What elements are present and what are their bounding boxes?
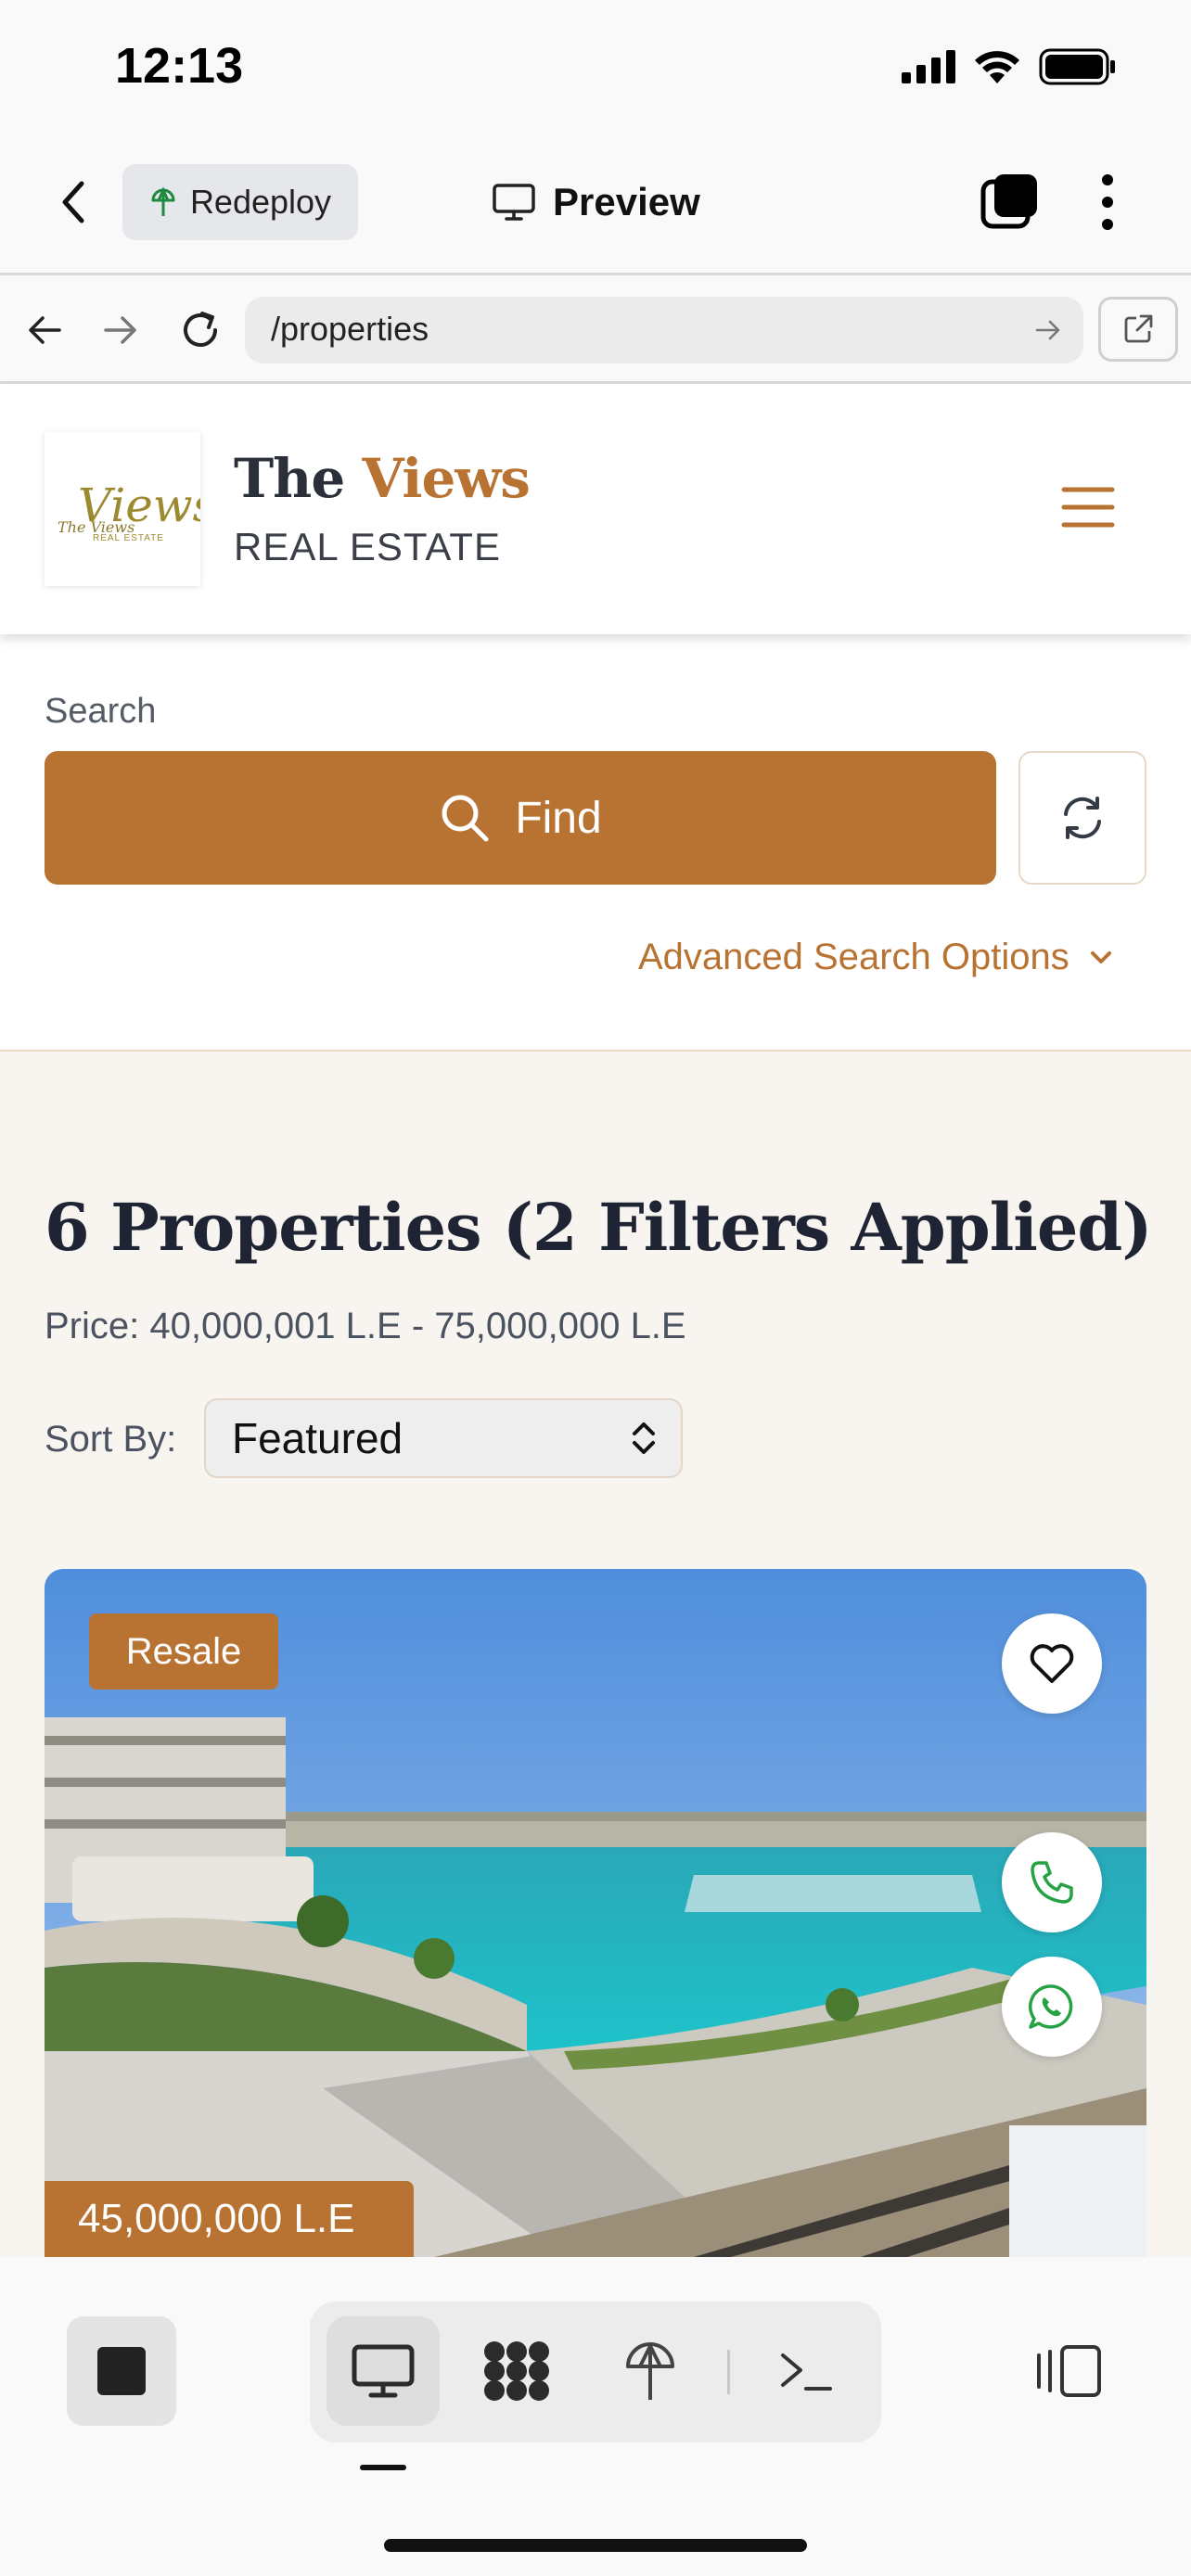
terminal-icon — [778, 2348, 834, 2394]
find-button[interactable]: Find — [45, 751, 996, 885]
results-title: 6 Properties (2 Filters Applied) — [45, 1189, 1152, 1266]
stop-icon — [97, 2347, 146, 2395]
redeploy-label: Redeploy — [189, 183, 332, 221]
preview-title: Preview — [492, 172, 700, 232]
layout-toggle-button[interactable] — [1028, 2329, 1111, 2413]
go-arrow-icon[interactable] — [1033, 315, 1063, 345]
search-label: Search — [45, 692, 157, 731]
whatsapp-icon — [1026, 1981, 1078, 2033]
more-options-icon[interactable] — [1096, 172, 1119, 232]
split-view-icon — [1034, 2342, 1105, 2400]
price-filter-summary: Price: 40,000,001 L.E - 75,000,000 L.E — [45, 1306, 686, 1346]
advanced-search-toggle[interactable]: Advanced Search Options — [638, 937, 1114, 978]
sort-select[interactable]: Featured — [204, 1398, 683, 1478]
site-logo[interactable]: The Views Views REAL ESTATE — [45, 432, 200, 586]
logo-subtext: REAL ESTATE — [93, 533, 164, 543]
deploy-tool-button[interactable] — [608, 2316, 692, 2426]
tool-divider — [727, 2350, 730, 2394]
monitor-icon — [492, 183, 536, 222]
favorite-button[interactable] — [1002, 1613, 1102, 1714]
brand-name: The Views — [234, 447, 531, 510]
svg-text:Views: Views — [78, 478, 200, 532]
whatsapp-button[interactable] — [1002, 1957, 1102, 2057]
preview-tool-button[interactable] — [327, 2316, 440, 2426]
home-indicator — [384, 2539, 807, 2552]
active-tab-indicator — [360, 2465, 406, 2470]
brand-name-first: The — [234, 447, 363, 510]
monitor-icon — [351, 2343, 416, 2399]
grid-blob-icon — [481, 2339, 552, 2404]
brand-name-accent: Views — [362, 447, 530, 510]
sort-label: Sort By: — [45, 1419, 177, 1460]
stop-button[interactable] — [67, 2316, 176, 2426]
deploy-icon — [623, 2339, 677, 2404]
integrations-tool-button[interactable] — [475, 2316, 558, 2426]
signal-icon — [902, 50, 955, 83]
shell-tool-button[interactable] — [764, 2316, 848, 2426]
reset-button[interactable] — [1018, 751, 1146, 885]
browser-back-icon[interactable] — [26, 312, 63, 349]
property-price: 45,000,000 L.E — [45, 2181, 414, 2257]
wifi-icon — [972, 48, 1022, 85]
resale-badge: Resale — [89, 1613, 278, 1690]
tabs-icon[interactable] — [980, 172, 1039, 232]
status-time: 12:13 — [115, 38, 244, 94]
external-link-icon — [1121, 312, 1155, 346]
open-external-button[interactable] — [1098, 297, 1178, 362]
find-label: Find — [515, 793, 602, 843]
heart-icon — [1029, 1642, 1075, 1685]
brand-subtitle: REAL ESTATE — [234, 525, 501, 568]
refresh-icon — [1058, 794, 1107, 842]
browser-forward-icon[interactable] — [102, 312, 139, 349]
redeploy-button[interactable]: Redeploy — [122, 164, 358, 240]
select-arrows-icon — [629, 1420, 659, 1457]
advanced-search-label: Advanced Search Options — [638, 937, 1069, 977]
menu-icon[interactable] — [1061, 486, 1115, 529]
back-icon[interactable] — [56, 176, 93, 228]
reload-icon[interactable] — [178, 308, 223, 352]
search-icon — [439, 792, 491, 844]
sort-select-value: Featured — [232, 1414, 403, 1462]
chevron-down-icon — [1088, 949, 1114, 967]
url-text: /properties — [271, 310, 429, 348]
redeploy-icon — [149, 186, 177, 218]
phone-icon — [1028, 1858, 1076, 1906]
preview-label: Preview — [553, 180, 700, 223]
call-button[interactable] — [1002, 1832, 1102, 1932]
battery-icon — [1039, 48, 1117, 85]
